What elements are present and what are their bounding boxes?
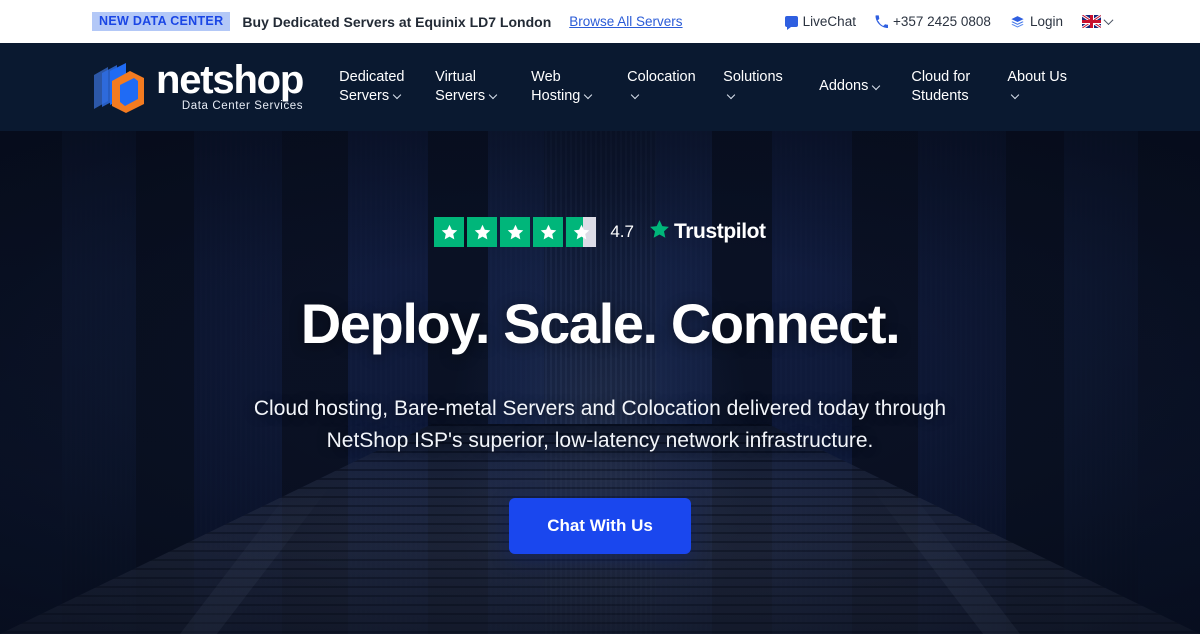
chat-bubble-icon: [784, 16, 798, 30]
trustpilot-star-icon: [648, 218, 671, 246]
star-rating: [434, 217, 597, 247]
announcement-right: LiveChat +357 2425 0808 Login: [784, 0, 1114, 43]
main-navigation: Dedicated Servers Virtual Servers Web Ho…: [323, 68, 1140, 106]
chevron-down-icon: [872, 81, 881, 90]
uk-flag-icon: [1082, 15, 1101, 28]
logo[interactable]: netshop Data Center Services: [92, 58, 304, 113]
announcement-left: NEW DATA CENTER Buy Dedicated Servers at…: [92, 11, 683, 32]
nav-label: Web Hosting: [531, 68, 581, 104]
chevron-down-icon: [392, 90, 402, 100]
trustpilot-logo: Trustpilot: [648, 218, 766, 246]
logo-text: netshop Data Center Services: [156, 58, 304, 113]
login-button[interactable]: Login: [1010, 14, 1063, 29]
star-icon: [434, 217, 465, 247]
announcement-bar: NEW DATA CENTER Buy Dedicated Servers at…: [0, 0, 1200, 43]
chevron-down-icon: [726, 90, 736, 100]
logo-tagline: Data Center Services: [181, 100, 304, 113]
new-data-center-badge: NEW DATA CENTER: [92, 11, 231, 32]
chevron-down-icon: [630, 90, 640, 100]
phone-icon: [875, 15, 888, 28]
star-icon-partial: [566, 217, 597, 247]
nav-label: Addons: [819, 78, 869, 95]
site-header: netshop Data Center Services Dedicated S…: [0, 43, 1200, 131]
hero-content: 4.7 Trustpilot Deploy. Scale. Connect. C…: [0, 131, 1200, 555]
chevron-down-icon: [1011, 90, 1020, 100]
trustpilot-score: 4.7: [610, 222, 634, 241]
layers-icon: [1010, 15, 1025, 29]
nav-item-web-hosting[interactable]: Web Hosting: [515, 68, 611, 106]
nav-label: Solutions: [723, 68, 783, 85]
chevron-down-icon: [488, 90, 498, 100]
star-icon: [500, 217, 531, 247]
trustpilot-wordmark: Trustpilot: [673, 220, 766, 243]
nav-item-virtual-servers[interactable]: Virtual Servers: [419, 68, 515, 106]
nav-label: Virtual Servers: [435, 68, 486, 104]
nav-label: Cloud for Students: [911, 68, 971, 104]
livechat-label: LiveChat: [802, 14, 856, 29]
logo-wordmark: netshop: [156, 58, 304, 103]
livechat-button[interactable]: LiveChat: [784, 14, 856, 30]
nav-label: About Us: [1007, 68, 1067, 85]
nav-item-colocation[interactable]: Colocation: [611, 68, 707, 106]
star-icon: [533, 217, 564, 247]
trustpilot-rating[interactable]: 4.7 Trustpilot: [0, 217, 1200, 247]
chevron-down-icon: [1103, 15, 1114, 26]
star-icon: [467, 217, 498, 247]
nav-item-cloud-for-students[interactable]: Cloud for Students: [895, 68, 991, 106]
nav-item-about-us[interactable]: About Us: [991, 68, 1087, 106]
phone-link[interactable]: +357 2425 0808: [875, 14, 991, 29]
nav-label: Dedicated Servers: [339, 68, 405, 104]
hero-section: 4.7 Trustpilot Deploy. Scale. Connect. C…: [0, 131, 1200, 634]
chevron-down-icon: [584, 90, 593, 100]
announcement-headline: Buy Dedicated Servers at Equinix LD7 Lon…: [242, 13, 552, 30]
netshop-logo-icon: [92, 61, 146, 113]
nav-item-solutions[interactable]: Solutions: [707, 68, 803, 106]
chat-with-us-button[interactable]: Chat With Us: [509, 498, 691, 555]
language-selector[interactable]: [1082, 15, 1114, 28]
nav-item-addons[interactable]: Addons: [803, 77, 895, 96]
login-label: Login: [1029, 14, 1063, 29]
nav-label: Colocation: [627, 68, 696, 85]
hero-headline: Deploy. Scale. Connect.: [300, 292, 901, 355]
nav-item-dedicated-servers[interactable]: Dedicated Servers: [323, 68, 419, 106]
browse-all-servers-link[interactable]: Browse All Servers: [569, 14, 682, 29]
hero-subtitle: Cloud hosting, Bare-metal Servers and Co…: [253, 396, 947, 452]
phone-number: +357 2425 0808: [892, 14, 991, 29]
